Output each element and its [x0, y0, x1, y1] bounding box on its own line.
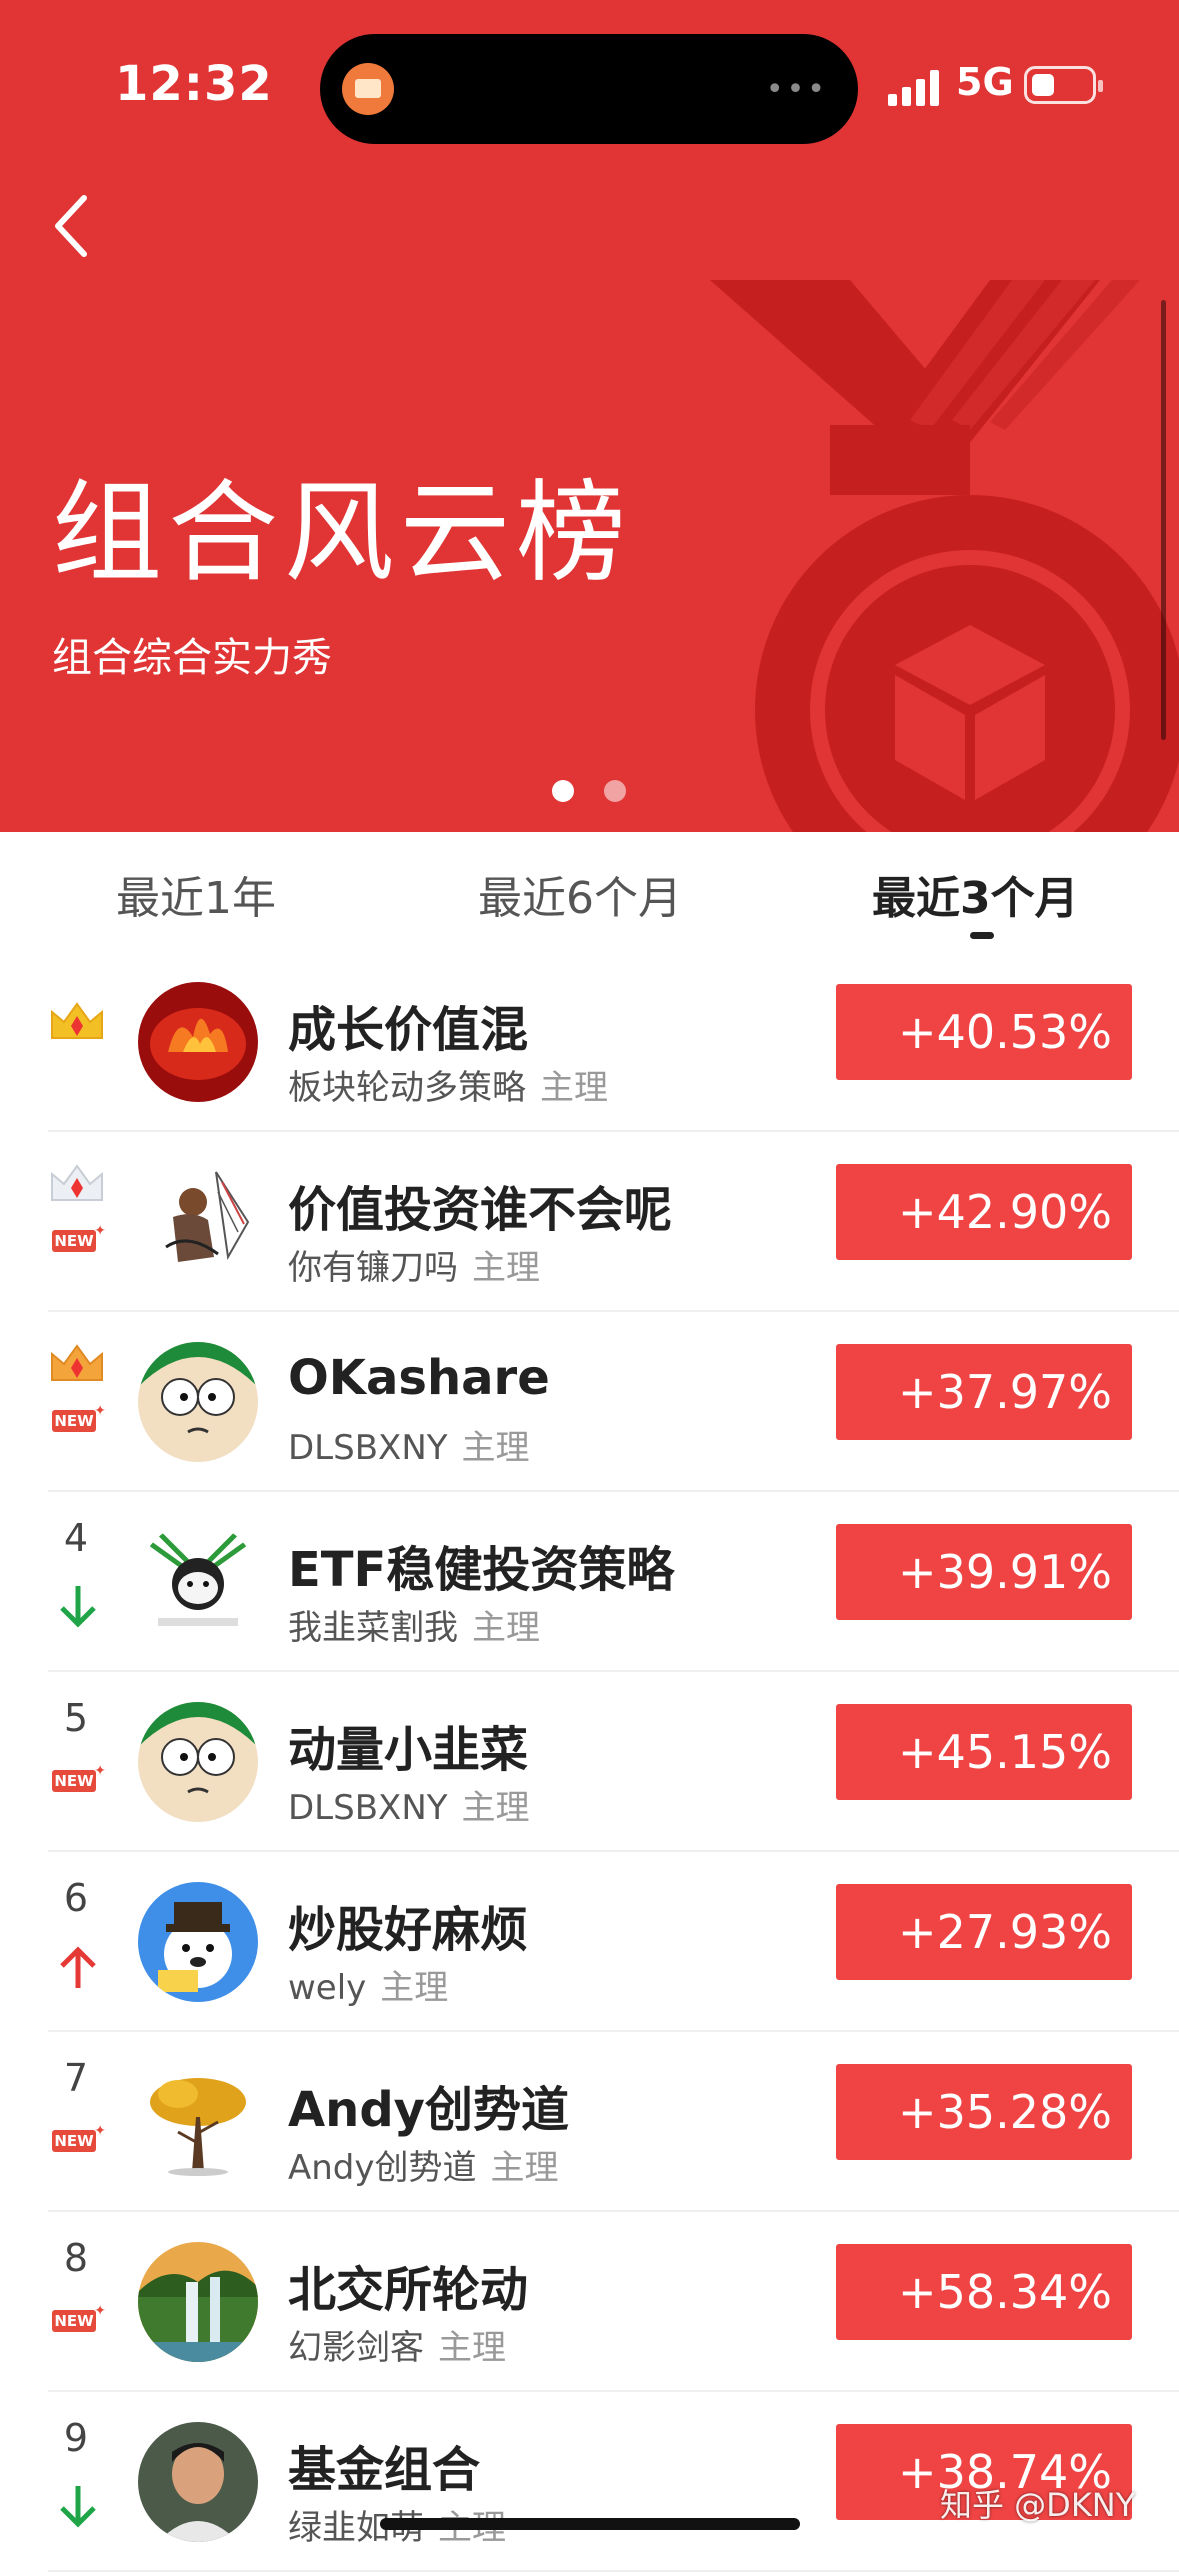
author-role: 主理: [472, 1248, 540, 1288]
return-badge[interactable]: +45.15%: [836, 1704, 1132, 1800]
trend-up-icon: [60, 1946, 96, 1988]
portfolio-author-line: 板块轮动多策略 主理: [288, 1060, 608, 1109]
author-name[interactable]: DLSBXNY: [288, 1788, 448, 1828]
list-item[interactable]: 5 NEW 动量小韭菜 DLSBXNY 主理 +45.15%: [0, 1672, 1179, 1852]
home-indicator[interactable]: [380, 2518, 800, 2530]
return-badge[interactable]: +42.90%: [836, 1164, 1132, 1260]
portfolio-name[interactable]: 价值投资谁不会呢: [288, 1170, 672, 1240]
crown-icon: [51, 1344, 103, 1381]
tab-3-months[interactable]: 最近3个月: [872, 862, 1079, 926]
portfolio-author-line: DLSBXNY 主理: [288, 1420, 530, 1469]
portfolio-name[interactable]: 炒股好麻烦: [288, 1890, 528, 1960]
new-badge: NEW: [52, 1400, 106, 1432]
tab-1-year[interactable]: 最近1年: [116, 862, 276, 926]
author-name[interactable]: 我韭菜割我: [288, 1608, 458, 1648]
avatar[interactable]: [138, 982, 258, 1102]
portfolio-author-line: 幻影剑客 主理: [288, 2320, 506, 2369]
avatar[interactable]: [138, 2422, 258, 2542]
portfolio-name[interactable]: Andy创势道: [288, 2070, 569, 2140]
author-name[interactable]: 板块轮动多策略: [288, 1068, 526, 1108]
page-subtitle: 组合综合实力秀: [52, 635, 332, 681]
more-dots-icon: •••: [765, 72, 828, 107]
author-name[interactable]: DLSBXNY: [288, 1428, 448, 1468]
return-badge[interactable]: +35.28%: [836, 2064, 1132, 2160]
portfolio-name[interactable]: ETF稳健投资策略: [288, 1530, 674, 1600]
signal-icon: [888, 68, 944, 106]
rank-number: 7: [63, 2056, 89, 2100]
active-tab-indicator: [970, 932, 994, 939]
author-role: 主理: [540, 1068, 608, 1108]
author-role: 主理: [380, 1968, 449, 2008]
list-item[interactable]: 4 ETF稳健投资策略 我韭菜割我 主理 +39.91%: [0, 1492, 1179, 1672]
author-name[interactable]: 你有镰刀吗: [288, 1248, 458, 1288]
rank-number: 6: [63, 1876, 89, 1920]
avatar[interactable]: [138, 2062, 258, 2182]
page-title: 组合风云榜: [52, 469, 632, 597]
carousel-dot-active[interactable]: [552, 780, 574, 802]
new-badge: NEW: [52, 1760, 106, 1792]
dynamic-island: •••: [320, 34, 858, 144]
back-arrow-icon[interactable]: [48, 190, 104, 262]
trend-down-icon: [60, 2486, 96, 2528]
list-item[interactable]: 8 NEW 北交所轮动 幻影剑客主理 +58.34%: [0, 2212, 1179, 2392]
new-badge: NEW: [52, 1220, 106, 1252]
avatar[interactable]: [138, 1882, 258, 2002]
portfolio-author-line: Andy创势道 主理: [288, 2140, 559, 2189]
return-badge[interactable]: +27.93%: [836, 1884, 1132, 1980]
portfolio-name[interactable]: OKashare: [288, 1350, 550, 1406]
portfolio-author-line: 我韭菜割我 主理: [288, 1600, 540, 1649]
author-role: 主理: [490, 2148, 559, 2188]
medal-icon: [710, 280, 1179, 832]
return-badge[interactable]: +39.91%: [836, 1524, 1132, 1620]
trend-down-icon: [60, 1586, 96, 1628]
period-tabs: 最近1年 最近6个月 最近3个月: [0, 832, 1179, 952]
rank-number: 8: [63, 2236, 89, 2280]
rank-number: 5: [63, 1696, 89, 1740]
mail-app-icon: [342, 63, 394, 115]
avatar[interactable]: [138, 2242, 258, 2362]
avatar[interactable]: [138, 1342, 258, 1462]
rank-number: 4: [63, 1516, 89, 1560]
return-badge[interactable]: +40.53%: [836, 984, 1132, 1080]
avatar[interactable]: [138, 1522, 258, 1642]
return-badge[interactable]: +37.97%: [836, 1344, 1132, 1440]
network-type: 5G: [956, 60, 1014, 104]
new-badge: NEW: [52, 2120, 106, 2152]
battery-icon: [1024, 66, 1103, 104]
portfolio-author-line: wely 主理: [288, 1960, 448, 2009]
list-item[interactable]: 成长价值混 板块轮动多策略 主理 +40.53%: [0, 952, 1179, 1132]
return-badge[interactable]: +58.34%: [836, 2244, 1132, 2340]
tab-6-months[interactable]: 最近6个月: [478, 862, 682, 926]
author-role: 主理: [438, 2328, 506, 2368]
author-role: 主理: [472, 1608, 540, 1648]
list-item[interactable]: NEW OKashare DLSBXNY 主理 +37.97%: [0, 1312, 1179, 1492]
author-name[interactable]: 幻影剑客: [288, 2328, 424, 2368]
author-role: 主理: [461, 1788, 530, 1828]
carousel-dot[interactable]: [604, 780, 626, 802]
new-badge: NEW: [52, 2300, 106, 2332]
portfolio-name[interactable]: 北交所轮动: [288, 2250, 528, 2320]
scrollbar: [1161, 300, 1166, 740]
portfolio-author-line: 你有镰刀吗 主理: [288, 1240, 540, 1289]
hero-banner[interactable]: 12:32 ••• 5G 组合风云榜 组合综合实力秀: [0, 0, 1179, 832]
avatar[interactable]: [138, 1162, 258, 1282]
portfolio-name[interactable]: 动量小韭菜: [288, 1710, 528, 1780]
watermark: 知乎 @DKNY: [940, 2486, 1136, 2524]
status-bar: 12:32 ••• 5G: [0, 0, 1179, 170]
portfolio-name[interactable]: 基金组合: [288, 2430, 480, 2500]
portfolio-author-line: DLSBXNY 主理: [288, 1780, 530, 1829]
author-name[interactable]: Andy创势道: [288, 2148, 477, 2188]
rank-number: 9: [63, 2416, 89, 2460]
status-time: 12:32: [115, 56, 273, 112]
avatar[interactable]: [138, 1702, 258, 1822]
crown-icon: [51, 1164, 103, 1201]
list-item[interactable]: 6 炒股好麻烦 wely 主理 +27.93%: [0, 1852, 1179, 2032]
author-role: 主理: [461, 1428, 530, 1468]
crown-icon: [51, 1002, 103, 1039]
author-name[interactable]: wely: [288, 1968, 366, 2008]
list-item[interactable]: 7NEW Andy创势道 Andy创势道主理 +35.28%: [0, 2032, 1179, 2212]
portfolio-name[interactable]: 成长价值混: [288, 990, 528, 1060]
list-item[interactable]: NEW 价值投资谁不会呢 你有镰刀吗主理 +42.90%: [0, 1132, 1179, 1312]
